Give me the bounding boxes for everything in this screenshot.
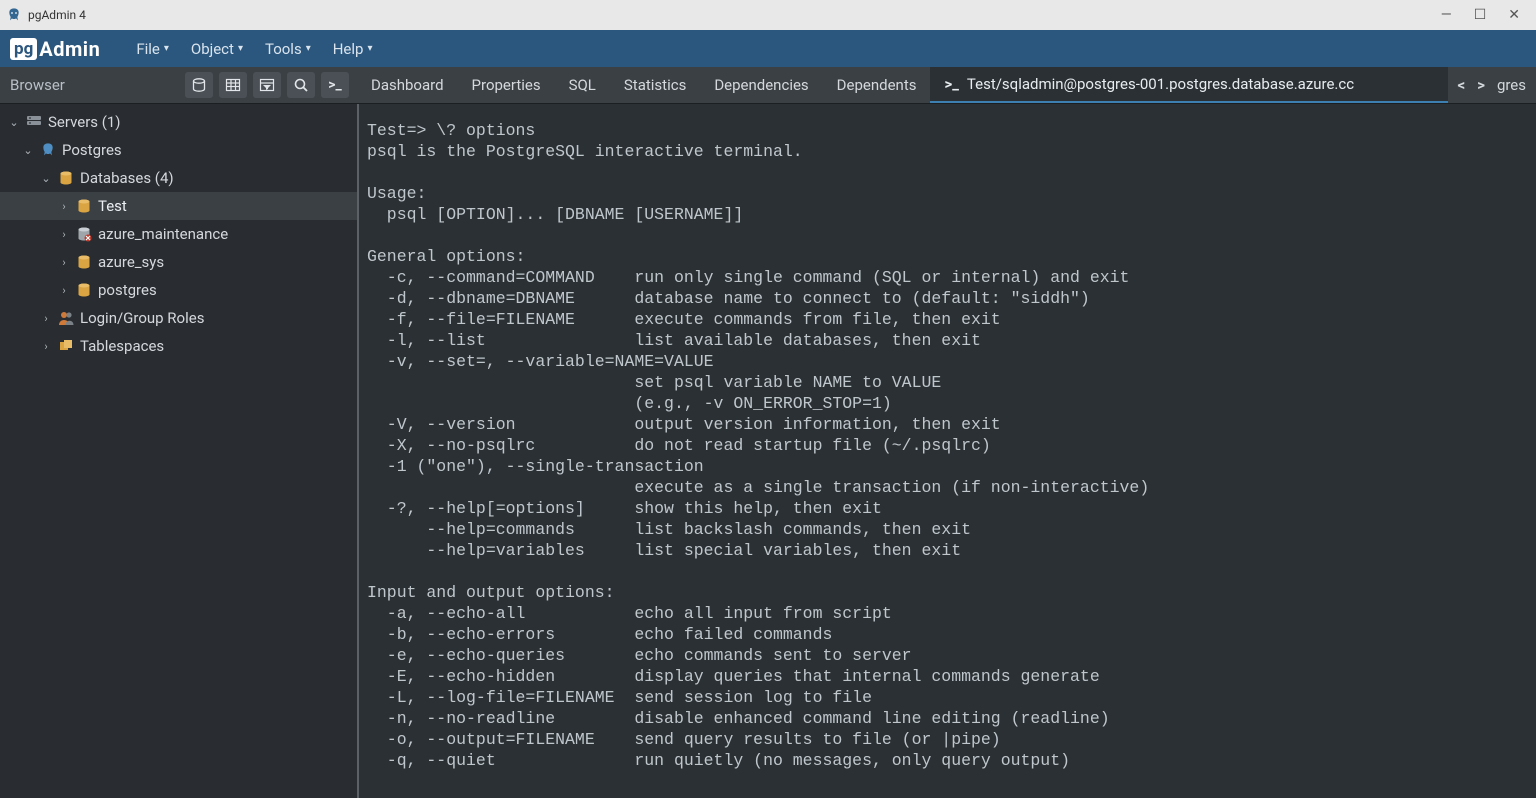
tree-databases[interactable]: ⌄ Databases (4) xyxy=(0,164,357,192)
expand-toggle-icon[interactable]: › xyxy=(58,228,70,241)
psql-terminal[interactable]: Test=> \? options psql is the PostgreSQL… xyxy=(357,104,1536,798)
tree-servers[interactable]: ⌄ Servers (1) xyxy=(0,108,357,136)
collapse-toggle-icon[interactable]: ⌄ xyxy=(22,144,34,157)
tab-overflow-hint: gres xyxy=(1497,76,1526,94)
elephant-icon xyxy=(39,142,57,158)
chevron-down-icon: ▾ xyxy=(367,43,372,54)
tree-db-postgres[interactable]: › postgres xyxy=(0,276,357,304)
expand-toggle-icon[interactable]: › xyxy=(58,284,70,297)
window-title: pgAdmin 4 xyxy=(28,8,86,22)
chevron-down-icon: ▾ xyxy=(164,43,169,54)
expand-toggle-icon[interactable]: › xyxy=(40,340,52,353)
collapse-toggle-icon[interactable]: ⌄ xyxy=(8,116,20,129)
tablespaces-icon xyxy=(57,339,75,353)
tab-scroll-right[interactable]: > xyxy=(1477,76,1485,94)
tab-dashboard[interactable]: Dashboard xyxy=(357,67,458,103)
collapse-toggle-icon[interactable]: ⌄ xyxy=(40,172,52,185)
tab-statistics[interactable]: Statistics xyxy=(610,67,700,103)
tree-db-azure-maintenance[interactable]: › azure_maintenance xyxy=(0,220,357,248)
menu-object[interactable]: Object▾ xyxy=(191,40,243,58)
tab-dependents[interactable]: Dependents xyxy=(823,67,931,103)
tool-filter-icon[interactable] xyxy=(253,72,281,98)
menu-tools[interactable]: Tools▾ xyxy=(265,40,311,58)
tool-query-icon[interactable] xyxy=(185,72,213,98)
maximize-button[interactable]: ☐ xyxy=(1474,7,1487,23)
tool-grid-icon[interactable] xyxy=(219,72,247,98)
tree-db-test[interactable]: › Test xyxy=(0,192,357,220)
app-logo: pg Admin xyxy=(10,37,100,61)
server-group-icon xyxy=(25,115,43,129)
tree-server-postgres[interactable]: ⌄ Postgres xyxy=(0,136,357,164)
object-tree[interactable]: ⌄ Servers (1) ⌄ Postgres ⌄ Databases (4) xyxy=(0,104,357,798)
psql-prompt-icon: >_ xyxy=(944,75,958,93)
database-icon xyxy=(75,254,93,270)
expand-toggle-icon[interactable]: › xyxy=(40,312,52,325)
tree-login-roles[interactable]: › Login/Group Roles xyxy=(0,304,357,332)
database-icon xyxy=(75,282,93,298)
tab-bar: Dashboard Properties SQL Statistics Depe… xyxy=(357,67,1536,104)
minimize-button[interactable]: — xyxy=(1441,7,1452,23)
expand-toggle-icon[interactable]: › xyxy=(58,200,70,213)
expand-toggle-icon[interactable]: › xyxy=(58,256,70,269)
database-icon xyxy=(75,198,93,214)
app-icon xyxy=(6,7,22,23)
menu-help[interactable]: Help▾ xyxy=(333,40,373,58)
tab-properties[interactable]: Properties xyxy=(458,67,555,103)
close-button[interactable]: ✕ xyxy=(1508,7,1520,23)
tool-psql-icon[interactable]: >_ xyxy=(321,72,349,98)
tree-tablespaces[interactable]: › Tablespaces xyxy=(0,332,357,360)
tool-search-icon[interactable] xyxy=(287,72,315,98)
app-menubar: pg Admin File▾ Object▾ Tools▾ Help▾ xyxy=(0,30,1536,67)
sidebar-title: Browser xyxy=(10,76,65,94)
tab-sql[interactable]: SQL xyxy=(555,67,610,103)
browser-sidebar: Browser >_ ⌄ xyxy=(0,67,357,798)
window-titlebar: pgAdmin 4 — ☐ ✕ xyxy=(0,0,1536,30)
database-disconnected-icon xyxy=(75,226,93,242)
chevron-down-icon: ▾ xyxy=(306,43,311,54)
database-stack-icon xyxy=(57,170,75,186)
menu-file[interactable]: File▾ xyxy=(136,40,169,58)
tree-db-azure-sys[interactable]: › azure_sys xyxy=(0,248,357,276)
tab-scroll-left[interactable]: < xyxy=(1458,76,1466,94)
tab-dependencies[interactable]: Dependencies xyxy=(700,67,822,103)
chevron-down-icon: ▾ xyxy=(238,43,243,54)
login-roles-icon xyxy=(57,310,75,326)
tab-psql-session[interactable]: >_ Test/sqladmin@postgres-001.postgres.d… xyxy=(930,67,1447,103)
content-pane: Dashboard Properties SQL Statistics Depe… xyxy=(357,67,1536,798)
